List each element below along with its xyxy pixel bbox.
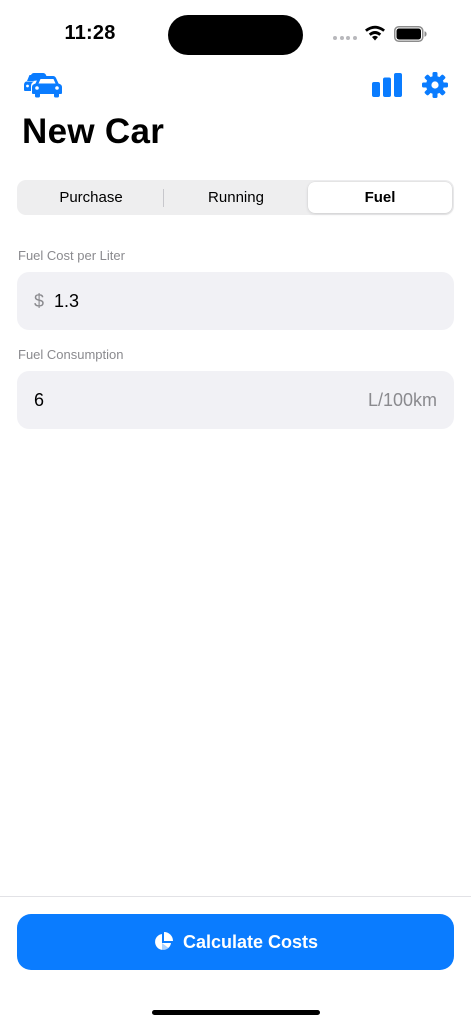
calculate-costs-button[interactable]: Calculate Costs xyxy=(17,914,454,970)
fuel-consumption-field[interactable]: 6 L/100km xyxy=(17,371,454,429)
cellular-signal-icon xyxy=(333,35,357,41)
bar-chart-icon xyxy=(372,73,402,97)
fuel-cost-field[interactable]: $ 1.3 xyxy=(17,272,454,330)
tab-running[interactable]: Running xyxy=(164,182,308,213)
home-indicator xyxy=(152,1010,320,1015)
bottom-divider xyxy=(0,896,471,897)
unit-suffix: L/100km xyxy=(367,389,437,410)
fuel-cost-input[interactable]: 1.3 xyxy=(54,291,437,312)
statistics-button[interactable] xyxy=(369,70,405,100)
cars-button[interactable] xyxy=(22,70,64,100)
pie-chart-icon xyxy=(153,932,173,952)
tab-purchase[interactable]: Purchase xyxy=(19,182,163,213)
dynamic-island xyxy=(168,15,303,55)
status-time: 11:28 xyxy=(64,22,116,44)
navigation-bar xyxy=(0,60,471,110)
settings-button[interactable] xyxy=(419,69,451,101)
page-title: New Car xyxy=(22,112,165,151)
wifi-icon xyxy=(364,25,386,41)
gear-icon xyxy=(422,72,448,98)
fuel-cost-label: Fuel Cost per Liter xyxy=(18,248,125,263)
tab-fuel[interactable]: Fuel xyxy=(308,182,452,213)
section-segmented-control: Purchase Running Fuel xyxy=(17,180,454,215)
currency-prefix: $ xyxy=(34,290,45,311)
fuel-consumption-label: Fuel Consumption xyxy=(18,347,124,362)
calculate-costs-label: Calculate Costs xyxy=(182,931,319,952)
status-bar: 11:28 xyxy=(0,0,471,60)
cars-icon xyxy=(24,73,62,98)
battery-icon xyxy=(394,26,428,42)
fuel-consumption-input[interactable]: 6 xyxy=(34,390,368,411)
